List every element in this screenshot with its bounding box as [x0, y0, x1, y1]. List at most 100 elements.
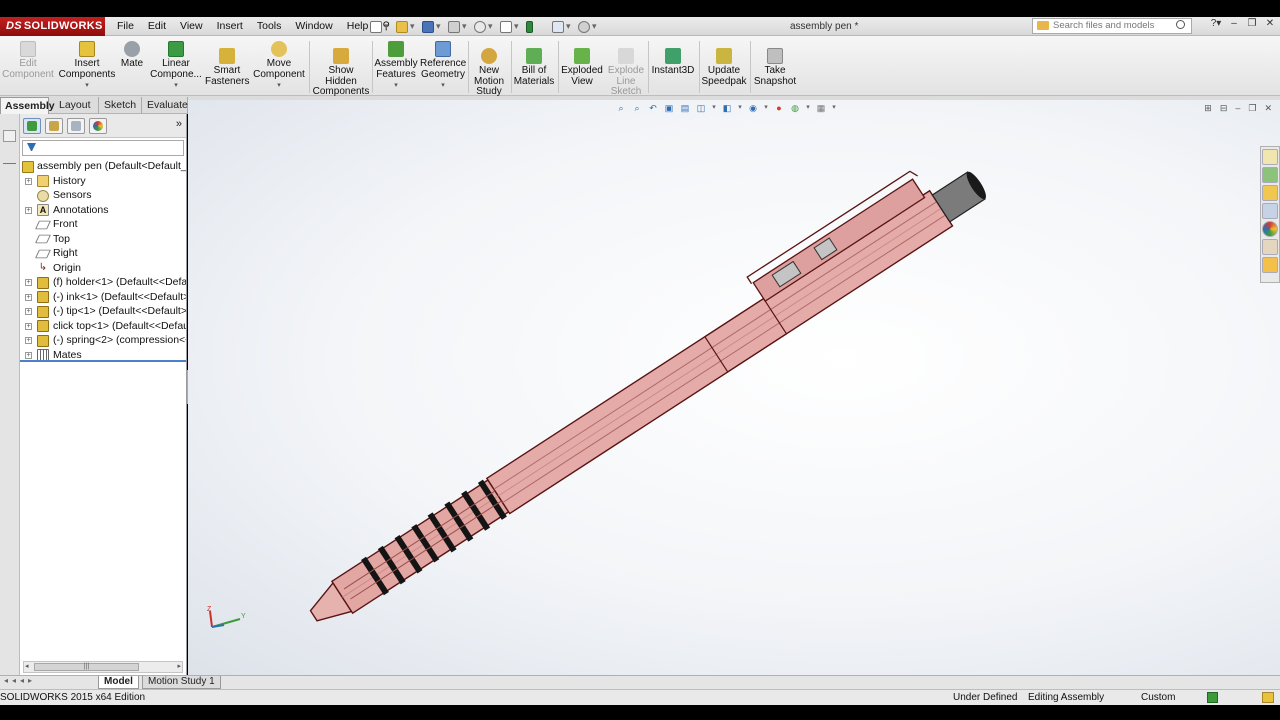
tab-model[interactable]: Model — [98, 676, 139, 689]
dropdown-arrow-icon[interactable]: ▾ — [710, 103, 718, 116]
menu-edit[interactable]: Edit — [141, 17, 173, 36]
smart-fasteners-button[interactable]: Smart Fasteners — [205, 48, 249, 87]
tree-item-spring[interactable]: + (-) spring<2> (compression<<D — [20, 333, 186, 348]
apply-scene-icon[interactable]: ◍ — [788, 103, 802, 116]
tree-item-origin[interactable]: ↳ Origin — [20, 261, 186, 276]
print-button[interactable]: ▾ — [448, 19, 470, 34]
new-document-button[interactable]: ▾ — [370, 19, 392, 34]
file-explorer-icon[interactable] — [1262, 185, 1278, 201]
tree-item-right[interactable]: Right — [20, 246, 186, 261]
restore-button[interactable]: ❐ — [1246, 18, 1258, 29]
viewport-minimize-icon[interactable]: – — [1235, 103, 1240, 114]
scroll-right-icon[interactable]: ▸ — [177, 662, 181, 670]
rebuild-button[interactable] — [526, 19, 548, 34]
solidworks-logo[interactable]: DS SOLIDWORKS — [0, 17, 105, 36]
undo-button[interactable]: ▾ — [474, 19, 496, 34]
dropdown-arrow-icon[interactable]: ▾ — [148, 81, 204, 92]
edit-appearance-icon[interactable]: ● — [772, 103, 786, 116]
dropdown-arrow-icon[interactable]: ▾ — [830, 103, 838, 116]
tree-item-history[interactable]: + History — [20, 174, 186, 189]
quick-tips-icon[interactable] — [1207, 692, 1218, 703]
menu-file[interactable]: File — [110, 17, 141, 36]
feature-tree-tab[interactable] — [23, 118, 41, 134]
minimize-button[interactable]: – — [1228, 18, 1240, 29]
viewport-restore-icon[interactable]: ❐ — [1248, 103, 1256, 114]
view-orientation-icon[interactable]: ◫ — [694, 103, 708, 116]
scroll-left-icon[interactable]: ◂ — [25, 662, 29, 670]
expand-icon[interactable]: + — [25, 206, 32, 214]
select-button[interactable]: ▾ — [500, 19, 522, 34]
tree-item-ink[interactable]: + (-) ink<1> (Default<<Default>_ — [20, 290, 186, 305]
menu-window[interactable]: Window — [288, 17, 339, 36]
close-button[interactable]: ✕ — [1264, 18, 1276, 29]
dropdown-arrow-icon[interactable]: ▾ — [762, 103, 770, 116]
save-button[interactable]: ▾ — [422, 19, 444, 34]
open-button[interactable]: ▾ — [396, 19, 418, 34]
tree-horizontal-scrollbar[interactable]: ◂ ||| ▸ — [23, 661, 183, 673]
viewport-close-icon[interactable]: ✕ — [1264, 103, 1272, 114]
expand-icon[interactable]: + — [25, 351, 32, 359]
expand-icon[interactable]: + — [25, 337, 32, 344]
display-style-icon[interactable]: ◧ — [720, 103, 734, 116]
tree-item-annotations[interactable]: + A Annotations — [20, 203, 186, 218]
dropdown-arrow-icon[interactable]: ▾ — [736, 103, 744, 116]
search-icon[interactable] — [1176, 20, 1185, 29]
view-settings-icon[interactable]: ▦ — [814, 103, 828, 116]
tab-nav-arrows-icon[interactable]: ◂◂◂▸ — [4, 676, 36, 685]
zoom-to-area-icon[interactable]: ⌕ — [630, 103, 644, 116]
display-manager-tab[interactable] — [89, 118, 107, 134]
help-icon[interactable]: ?▾ — [1210, 18, 1222, 29]
custom-properties-icon[interactable] — [1262, 239, 1278, 255]
tab-sketch[interactable]: Sketch — [100, 97, 142, 114]
expand-icon[interactable]: + — [25, 293, 32, 301]
menu-tools[interactable]: Tools — [250, 17, 289, 36]
expand-icon[interactable]: + — [25, 279, 32, 286]
viewport-tile-icon[interactable]: ⊞ — [1204, 103, 1212, 114]
instant3d-button[interactable]: Instant3D — [650, 48, 696, 77]
dropdown-arrow-icon[interactable]: ▾ — [58, 81, 116, 92]
dropdown-arrow-icon[interactable]: ▾ — [252, 81, 306, 92]
expand-chevron-icon[interactable]: » — [176, 118, 182, 130]
strip-tool-icon[interactable] — [3, 130, 16, 142]
tree-item-front[interactable]: Front — [20, 217, 186, 232]
tab-evaluate[interactable]: Evaluate — [143, 97, 188, 114]
tree-item-top[interactable]: Top — [20, 232, 186, 247]
tree-item-click-top[interactable]: + click top<1> (Default<<Default — [20, 319, 186, 334]
tree-root-assembly[interactable]: assembly pen (Default<Default_Disp — [20, 159, 186, 174]
configuration-manager-tab[interactable] — [67, 118, 85, 134]
menu-insert[interactable]: Insert — [210, 17, 250, 36]
show-hidden-components-button[interactable]: Show Hidden Components — [312, 48, 370, 98]
property-manager-tab[interactable] — [45, 118, 63, 134]
edit-component-button[interactable]: Edit Component — [2, 41, 54, 80]
strip-tool-icon[interactable] — [3, 154, 16, 164]
tree-filter-input[interactable] — [22, 140, 184, 156]
move-component-button[interactable]: Move Component ▾ — [252, 41, 306, 92]
appearances-icon[interactable] — [1262, 221, 1278, 237]
section-view-icon[interactable]: ▣ — [662, 103, 676, 116]
assembly-features-button[interactable]: Assembly Features ▾ — [374, 41, 418, 92]
hide-show-items-icon[interactable]: ◉ — [746, 103, 760, 116]
explode-line-sketch-button[interactable]: Explode Line Sketch — [606, 48, 646, 98]
viewport-split-icon[interactable]: ⊟ — [1220, 103, 1228, 114]
options-button[interactable]: ▾ — [578, 19, 600, 34]
tab-assembly[interactable]: Assembly — [0, 97, 55, 114]
tree-item-sensors[interactable]: Sensors — [20, 188, 186, 203]
status-units[interactable]: Custom — [1141, 690, 1175, 705]
rebuild-status-icon[interactable] — [1262, 692, 1274, 703]
expand-icon[interactable]: + — [25, 322, 32, 330]
file-properties-button[interactable]: ▾ — [552, 19, 574, 34]
new-motion-study-button[interactable]: New Motion Study — [470, 48, 508, 98]
previous-view-icon[interactable]: ↶ — [646, 103, 660, 116]
expand-icon[interactable]: + — [25, 177, 32, 185]
update-speedpak-button[interactable]: Update Speedpak — [701, 48, 747, 87]
home-icon[interactable] — [1262, 149, 1278, 165]
zoom-to-fit-icon[interactable]: ⌕ — [614, 103, 628, 116]
search-input[interactable]: Search files and models — [1032, 18, 1192, 34]
linear-pattern-button[interactable]: Linear Compone... ▾ — [148, 41, 204, 92]
dynamic-annotation-icon[interactable]: ▤ — [678, 103, 692, 116]
design-library-icon[interactable] — [1262, 167, 1278, 183]
tree-item-holder[interactable]: + (f) holder<1> (Default<<Default — [20, 275, 186, 290]
view-palette-icon[interactable] — [1262, 203, 1278, 219]
dropdown-arrow-icon[interactable]: ▾ — [804, 103, 812, 116]
bill-of-materials-button[interactable]: Bill of Materials — [513, 48, 555, 87]
